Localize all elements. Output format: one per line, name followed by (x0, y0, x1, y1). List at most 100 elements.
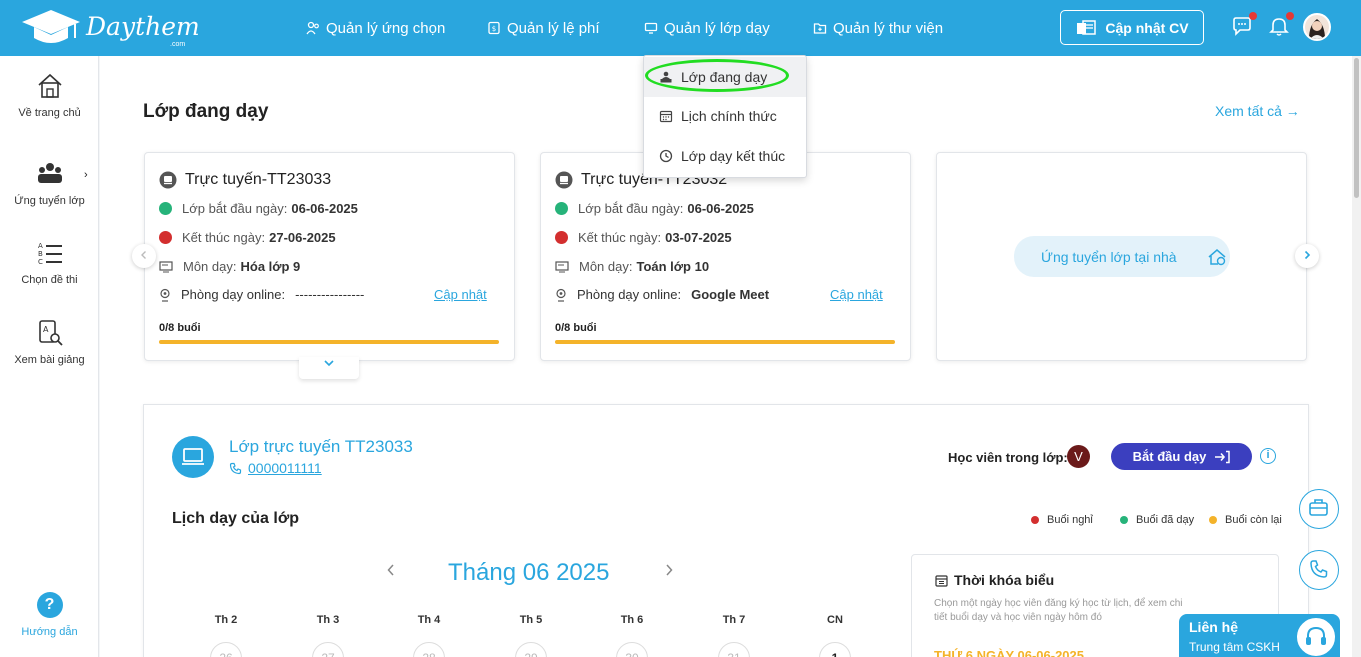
board-icon (159, 260, 173, 272)
start-date-row: Lớp bắt đầu ngày: 06-06-2025 (555, 201, 754, 216)
next-month-button[interactable] (664, 563, 674, 582)
weekday-header: Th 2 (214, 614, 238, 626)
yellow-dot-icon (1209, 516, 1217, 524)
nav-library-management[interactable]: Quản lý thư viện (813, 18, 943, 38)
customer-support-widget[interactable]: Liên hệ Trung tâm CSKH (1179, 614, 1340, 657)
nav-label: Quản lý lệ phí (507, 19, 600, 37)
enter-icon (1215, 450, 1231, 463)
sidebar-item-label: Chọn đề thi (21, 274, 78, 286)
brand-name: Daythem (86, 12, 200, 41)
carousel-prev-button[interactable] (132, 244, 156, 268)
subject-row: Môn dạy: Hóa lớp 9 (159, 259, 300, 274)
weekday-header: Th 6 (620, 614, 644, 626)
class-phone-link[interactable]: 0000011111 (229, 460, 322, 476)
class-card[interactable]: Trực tuyến-TT23033 Lớp bắt đầu ngày: 06-0… (144, 152, 515, 361)
timetable-description: Chọn một ngày học viên đăng ký học từ lị… (934, 598, 1183, 623)
start-date-row: Lớp bắt đầu ngày: 06-06-2025 (159, 201, 358, 216)
graduation-cap-icon (22, 10, 80, 43)
start-teaching-button[interactable]: Bắt đầu dạy (1111, 443, 1252, 470)
menu-item-finished-classes[interactable]: Lớp dạy kết thúc (644, 136, 806, 176)
nav-fee-management[interactable]: $ Quản lý lệ phí (487, 18, 600, 38)
expand-card-button[interactable] (299, 357, 359, 379)
class-card-title: Trực tuyến-TT23033 (159, 171, 331, 189)
notification-unread-dot (1286, 12, 1294, 20)
house-apply-icon (1208, 248, 1226, 265)
scrollbar-thumb[interactable] (1354, 58, 1359, 198)
group-icon (37, 163, 62, 183)
update-cv-button[interactable]: Cập nhật CV (1060, 10, 1204, 45)
info-icon[interactable]: i (1260, 448, 1276, 464)
floating-briefcase-button[interactable] (1299, 489, 1339, 529)
headset-icon (1295, 616, 1337, 657)
nav-label: Quản lý thư viện (833, 19, 944, 37)
sidebar-item-view-lectures[interactable]: A Xem bài giảng (0, 318, 99, 366)
help-label: Hướng dẫn (21, 626, 78, 638)
chevron-left-icon (141, 251, 146, 259)
view-all-link[interactable]: Xem tất cả → (1215, 103, 1300, 119)
sidebar-item-home[interactable]: Về trang chủ (0, 71, 99, 119)
schedule-title: Lịch dạy của lớp (172, 510, 299, 527)
green-dot-icon (555, 202, 568, 215)
red-dot-icon (159, 231, 172, 244)
subject-row: Môn dạy: Toán lớp 10 (555, 259, 709, 274)
update-room-link[interactable]: Cập nhật (434, 287, 487, 302)
cv-icon (1077, 19, 1097, 35)
phone-icon (229, 462, 242, 474)
legend-item-taught: Buổi đã dạy (1120, 514, 1194, 526)
session-progress-bar (159, 340, 499, 344)
carousel-next-button[interactable] (1295, 244, 1319, 268)
daythem-logo[interactable]: Daythem .com (20, 8, 200, 50)
menu-item-official-schedule[interactable]: Lịch chính thức (644, 96, 806, 136)
nav-label: Quản lý ứng chọn (326, 19, 446, 37)
contact-title: Liên hệ (1189, 619, 1239, 635)
highlight-annotation (645, 59, 789, 92)
students-label: Học viên trong lớp: (948, 450, 1068, 465)
classroom-icon (644, 22, 658, 34)
floating-phone-button[interactable] (1299, 550, 1339, 590)
user-avatar[interactable] (1303, 13, 1331, 41)
nav-class-management[interactable]: Quản lý lớp dạy (644, 18, 770, 38)
prev-month-button[interactable] (386, 563, 396, 582)
briefcase-icon (1309, 499, 1328, 516)
library-icon (813, 23, 827, 34)
notification-button[interactable] (1268, 12, 1294, 39)
contact-subtitle: Trung tâm CSKH (1189, 640, 1280, 654)
nav-candidate-management[interactable]: Quản lý ứng chọn (306, 18, 445, 38)
chat-button[interactable] (1231, 12, 1257, 39)
avatar-image (1305, 15, 1329, 39)
session-progress-bar (555, 340, 895, 344)
sidebar-item-label: Ứng tuyển lớp (14, 195, 85, 207)
student-avatar[interactable]: V (1067, 445, 1090, 468)
online-class-icon (159, 171, 177, 189)
end-date-row: Kết thúc ngày: 27-06-2025 (159, 230, 336, 245)
sidebar-help[interactable]: ? Hướng dẫn (0, 592, 99, 638)
chevron-right-icon: › (84, 169, 88, 181)
chat-unread-dot (1249, 12, 1257, 20)
headset-svg (1306, 626, 1326, 645)
board-icon (555, 260, 569, 272)
page-scrollbar[interactable] (1352, 56, 1361, 657)
update-room-link[interactable]: Cập nhật (830, 287, 883, 302)
class-card[interactable]: Trực tuyến-TT23032 Lớp bắt đầu ngày: 06-0… (540, 152, 911, 361)
calendar-icon (935, 574, 948, 587)
home-icon (37, 73, 62, 98)
red-dot-icon (1031, 516, 1039, 524)
end-date-row: Kết thúc ngày: 03-07-2025 (555, 230, 732, 245)
green-dot-icon (1120, 516, 1128, 524)
sidebar-item-apply-class[interactable]: Ứng tuyển lớp (0, 159, 99, 207)
nav-label: Quản lý lớp dạy (664, 19, 770, 37)
chevron-left-icon (387, 564, 394, 576)
weekday-header: CN (827, 614, 843, 626)
webcam-icon (556, 288, 566, 302)
class-title: Lớp trực tuyến TT23033 (229, 437, 413, 456)
phone-icon (1310, 560, 1328, 578)
apply-home-class-button[interactable]: Ứng tuyển lớp tại nhà (1014, 236, 1230, 277)
help-icon: ? (36, 592, 63, 618)
class-avatar (172, 436, 214, 478)
legend-item-remaining: Buổi còn lại (1209, 514, 1282, 526)
update-cv-label: Cập nhật CV (1105, 19, 1189, 36)
page-title: Lớp đang dạy (143, 101, 269, 122)
sidebar-item-label: Xem bài giảng (14, 354, 85, 366)
sidebar-item-choose-exam[interactable]: ABC Chọn đề thi (0, 238, 99, 286)
svg-text:B: B (38, 250, 43, 258)
